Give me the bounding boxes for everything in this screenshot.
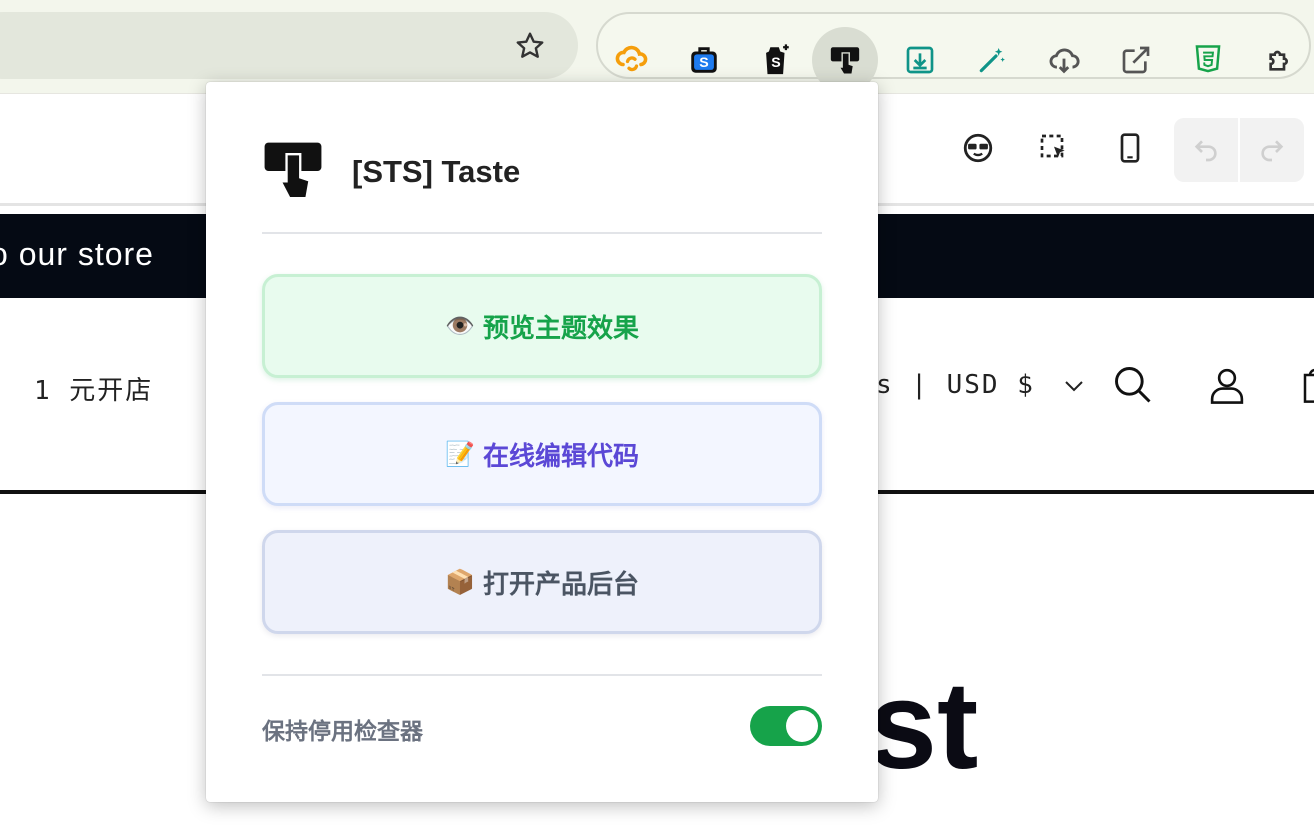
- browser-toolbar: S S: [0, 0, 1314, 94]
- shopify-icon[interactable]: S: [754, 38, 798, 82]
- mobile-view-icon[interactable]: [1110, 128, 1150, 168]
- toggle-knob: [786, 710, 818, 742]
- magic-wand-icon[interactable]: [970, 38, 1014, 82]
- edit-code-button[interactable]: 📝 在线编辑代码: [262, 402, 822, 506]
- extensions-bar: S S: [596, 12, 1311, 93]
- open-external-icon[interactable]: [1114, 38, 1158, 82]
- nav-left-text[interactable]: 1 元开店: [34, 370, 153, 407]
- puzzle-icon[interactable]: [1258, 38, 1302, 82]
- search-icon[interactable]: [1110, 362, 1156, 408]
- select-element-icon[interactable]: [1034, 128, 1074, 168]
- memo-icon: 📝: [445, 440, 475, 468]
- edit-code-label: 在线编辑代码: [482, 440, 639, 471]
- disable-inspector-toggle[interactable]: [750, 706, 822, 746]
- svg-text:S: S: [771, 55, 780, 71]
- undo-redo-divider: [1238, 118, 1240, 182]
- svg-text:S: S: [699, 55, 708, 71]
- sts-logo-icon: [262, 140, 324, 202]
- undo-redo-group: [1174, 118, 1304, 182]
- bookmark-star-icon[interactable]: [510, 26, 550, 66]
- sync-icon[interactable]: [610, 38, 654, 82]
- preview-theme-button[interactable]: 👁️ 预览主题效果: [262, 274, 822, 378]
- html5-icon[interactable]: [1186, 38, 1230, 82]
- banner-text: o our store: [0, 236, 154, 272]
- undo-icon[interactable]: [1190, 132, 1222, 169]
- popup-title: [STS] Taste: [352, 154, 521, 189]
- incognito-face-icon[interactable]: [958, 128, 998, 168]
- extension-popup: [STS] Taste 👁️ 预览主题效果 📝 在线编辑代码 📦 打开产品后台 …: [206, 82, 878, 802]
- currency-label: s | USD $: [876, 370, 1035, 400]
- package-icon: 📦: [445, 568, 475, 596]
- download-box-icon[interactable]: [898, 38, 942, 82]
- popup-header: [STS] Taste: [262, 138, 822, 234]
- briefcase-s-icon[interactable]: S: [682, 38, 726, 82]
- currency-selector[interactable]: s | USD $: [876, 370, 1085, 401]
- chevron-down-icon: [1063, 371, 1085, 401]
- disable-inspector-label: 保持停用检查器: [262, 718, 423, 744]
- hero-heading: st: [868, 657, 979, 795]
- redo-icon[interactable]: [1256, 132, 1288, 169]
- popup-divider: [262, 674, 822, 676]
- product-admin-label: 打开产品后台: [482, 568, 639, 599]
- product-admin-button[interactable]: 📦 打开产品后台: [262, 530, 822, 634]
- eye-icon: 👁️: [445, 312, 475, 340]
- address-bar[interactable]: [0, 12, 578, 79]
- cart-icon[interactable]: [1292, 362, 1314, 408]
- cloud-download-icon[interactable]: [1042, 38, 1086, 82]
- account-icon[interactable]: [1204, 362, 1250, 408]
- preview-theme-label: 预览主题效果: [482, 312, 639, 343]
